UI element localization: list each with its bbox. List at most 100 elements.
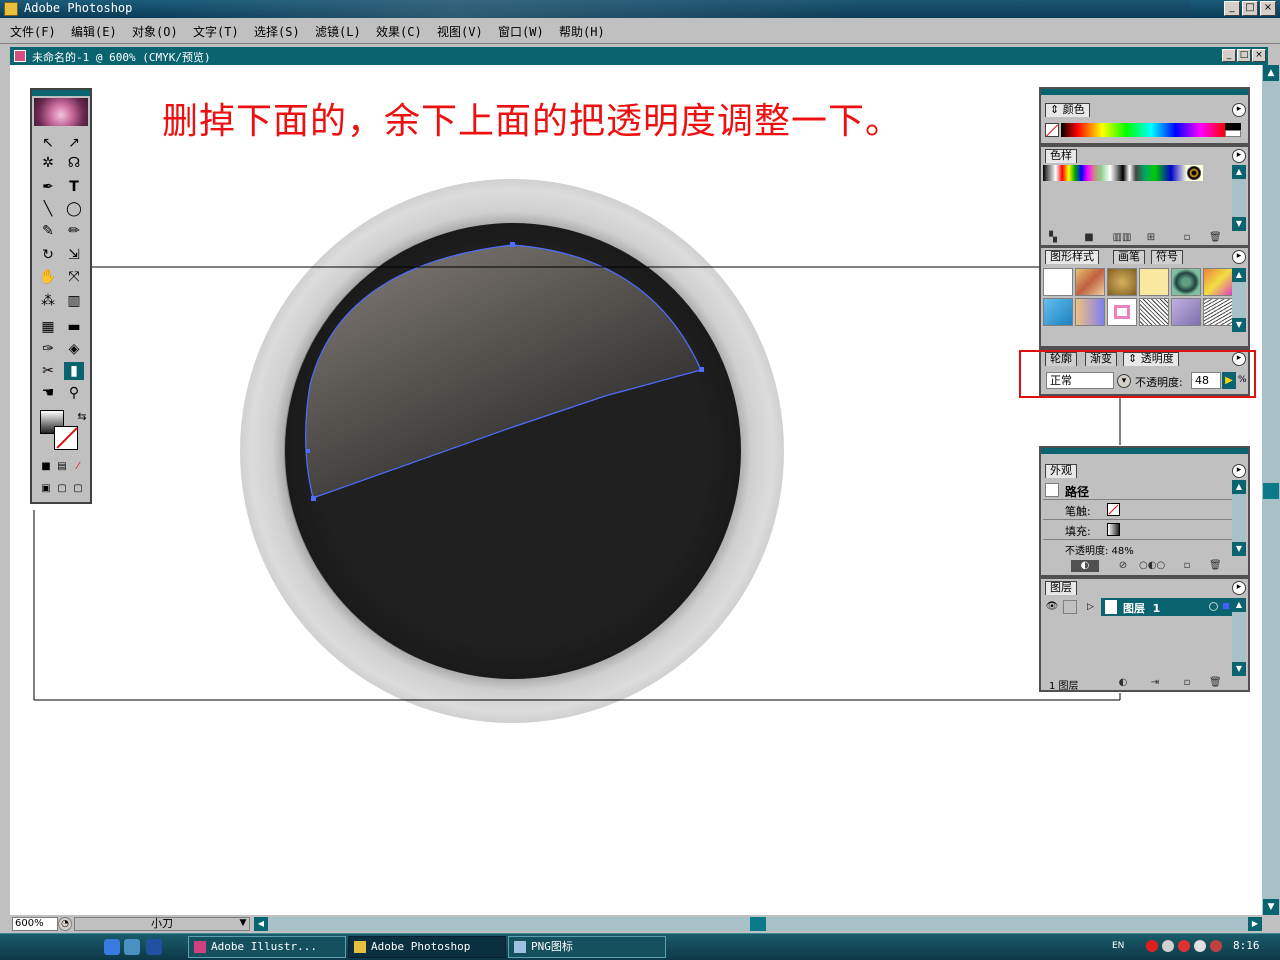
doc-maximize-button[interactable]: □	[1237, 49, 1251, 62]
panel-options-icon[interactable]: ▸	[1232, 464, 1246, 478]
style-swatch[interactable]	[1203, 268, 1233, 296]
black-swatch[interactable]	[1225, 123, 1241, 130]
target-circle-icon[interactable]	[1209, 602, 1218, 611]
ie-quicklaunch-icon[interactable]	[104, 939, 120, 955]
style-swatch[interactable]	[1203, 298, 1233, 326]
panel-options-icon[interactable]: ▸	[1232, 250, 1246, 264]
task-png-folder[interactable]: PNG图标	[508, 936, 666, 958]
horizontal-scrollbar[interactable]: ◀ ▶	[254, 917, 1262, 931]
style-swatch[interactable]	[1139, 268, 1169, 296]
appearance-opacity-row[interactable]: 不透明度: 48%	[1043, 540, 1233, 557]
minimize-button[interactable]: _	[1224, 1, 1240, 16]
menu-edit[interactable]: 编辑(E)	[71, 23, 117, 40]
tab-swatches[interactable]: 色样	[1045, 149, 1077, 163]
color-spectrum-bar[interactable]	[1061, 123, 1225, 137]
doc-minimize-button[interactable]: _	[1222, 49, 1236, 62]
tab-color[interactable]: ⇕ 颜色	[1045, 103, 1090, 117]
warp-tool-icon[interactable]: ✋	[38, 268, 58, 286]
pencil-tool-icon[interactable]: ✏	[64, 222, 84, 240]
scroll-thumb[interactable]	[1263, 483, 1279, 499]
rotate-tool-icon[interactable]: ↻	[38, 246, 58, 264]
make-clipping-mask-icon[interactable]: ◐	[1117, 677, 1129, 689]
pen-tool-icon[interactable]: ✒	[38, 178, 58, 196]
scroll-down-arrow-icon[interactable]: ▼	[1232, 318, 1246, 332]
style-swatch[interactable]	[1107, 298, 1137, 326]
none-mode-icon[interactable]: ⁄	[68, 458, 88, 476]
close-button[interactable]: ×	[1260, 1, 1276, 16]
none-swatch-icon[interactable]	[1045, 123, 1059, 137]
panel-options-icon[interactable]: ▸	[1232, 103, 1246, 117]
desktop-quicklaunch-icon[interactable]	[124, 939, 140, 955]
tray-icon[interactable]	[1162, 940, 1174, 952]
scroll-down-arrow-icon[interactable]: ▼	[1263, 899, 1279, 915]
tab-graphic-styles[interactable]: 图形样式	[1045, 250, 1099, 264]
anchor-point[interactable]	[311, 496, 316, 501]
panel-options-icon[interactable]: ▸	[1232, 149, 1246, 163]
menu-type[interactable]: 文字(T)	[193, 23, 239, 40]
scroll-down-arrow-icon[interactable]: ▼	[1232, 217, 1246, 231]
tray-icon[interactable]	[1210, 940, 1222, 952]
tray-icon[interactable]	[1146, 940, 1158, 952]
gradient-tool-icon[interactable]: ▬	[64, 318, 84, 336]
tab-brushes[interactable]: 画笔	[1113, 250, 1145, 264]
selected-swatch[interactable]	[1187, 166, 1201, 180]
scale-tool-icon[interactable]: ⇲	[64, 246, 84, 264]
zoom-tool-icon[interactable]: ⚲	[64, 384, 84, 402]
paintbrush-tool-icon[interactable]: ✎	[38, 222, 58, 240]
horizontal-scroll-thumb[interactable]	[750, 917, 766, 931]
stroke-color-swatch[interactable]	[54, 426, 78, 450]
full-screen-mode-icon[interactable]: ▢	[68, 480, 88, 498]
status-dropdown-icon[interactable]: ▼	[236, 917, 250, 931]
show-all-swatches-icon[interactable]: ▚	[1047, 232, 1059, 244]
style-swatch[interactable]	[1139, 298, 1169, 326]
style-swatch[interactable]	[1171, 268, 1201, 296]
delete-item-icon[interactable]: 🗑	[1209, 560, 1222, 572]
magic-wand-tool-icon[interactable]: ✲	[38, 154, 58, 172]
tab-symbols[interactable]: 符号	[1151, 250, 1183, 264]
new-sublayer-icon[interactable]: ⇥	[1149, 677, 1161, 689]
line-tool-icon[interactable]: ╲	[38, 200, 58, 218]
new-swatch-icon[interactable]: ▫	[1181, 232, 1193, 244]
tab-layers[interactable]: 图层	[1045, 581, 1077, 595]
lock-toggle[interactable]	[1063, 600, 1077, 614]
zoom-field[interactable]: 600%	[12, 917, 58, 931]
appearance-fill-row[interactable]: 填充:	[1043, 520, 1233, 540]
menu-object[interactable]: 对象(O)	[132, 23, 178, 40]
maximize-button[interactable]: □	[1242, 1, 1258, 16]
menu-filter[interactable]: 滤镜(L)	[315, 23, 361, 40]
scroll-left-arrow-icon[interactable]: ◀	[254, 917, 268, 931]
visibility-eye-icon[interactable]: 👁	[1045, 600, 1059, 614]
tray-icon[interactable]	[1178, 940, 1190, 952]
zoom-menu-icon[interactable]: ◔	[58, 917, 72, 931]
appearance-stroke-row[interactable]: 笔触:	[1043, 500, 1233, 520]
scroll-right-arrow-icon[interactable]: ▶	[1248, 917, 1262, 931]
style-swatch[interactable]	[1075, 298, 1105, 326]
reduce-to-basic-icon[interactable]: ○◐○	[1139, 560, 1165, 572]
delete-swatch-icon[interactable]: 🗑	[1209, 232, 1222, 244]
show-color-swatches-icon[interactable]: ■	[1083, 232, 1095, 244]
menu-select[interactable]: 选择(S)	[254, 23, 300, 40]
menu-file[interactable]: 文件(F)	[10, 23, 56, 40]
tab-appearance[interactable]: 外观	[1045, 464, 1077, 478]
panel-grip[interactable]	[32, 90, 90, 96]
blend-tool-icon[interactable]: ◈	[64, 340, 84, 358]
graph-tool-icon[interactable]: ▥	[64, 292, 84, 310]
menu-view[interactable]: 视图(V)	[437, 23, 483, 40]
menu-window[interactable]: 窗口(W)	[498, 23, 544, 40]
swatch-row[interactable]	[1043, 165, 1203, 181]
style-swatch[interactable]	[1171, 298, 1201, 326]
style-swatch[interactable]	[1075, 268, 1105, 296]
media-quicklaunch-icon[interactable]	[146, 939, 162, 955]
free-transform-tool-icon[interactable]: ⤧	[64, 268, 84, 286]
delete-layer-icon[interactable]: 🗑	[1209, 677, 1222, 689]
doc-close-button[interactable]: ×	[1252, 49, 1266, 62]
current-tool-display[interactable]: 小刀	[74, 917, 250, 931]
vertical-scrollbar[interactable]: ▲ ▼	[1262, 65, 1280, 915]
selection-indicator-icon[interactable]	[1223, 603, 1229, 609]
mesh-tool-icon[interactable]: ▦	[38, 318, 58, 336]
appearance-scrollbar[interactable]: ▲ ▼	[1232, 480, 1246, 556]
duplicate-item-icon[interactable]: ▫	[1181, 560, 1193, 572]
scroll-down-arrow-icon[interactable]: ▼	[1232, 662, 1246, 676]
eyedropper-tool-icon[interactable]: ✑	[38, 340, 58, 358]
ellipse-tool-icon[interactable]: ◯	[64, 200, 84, 218]
